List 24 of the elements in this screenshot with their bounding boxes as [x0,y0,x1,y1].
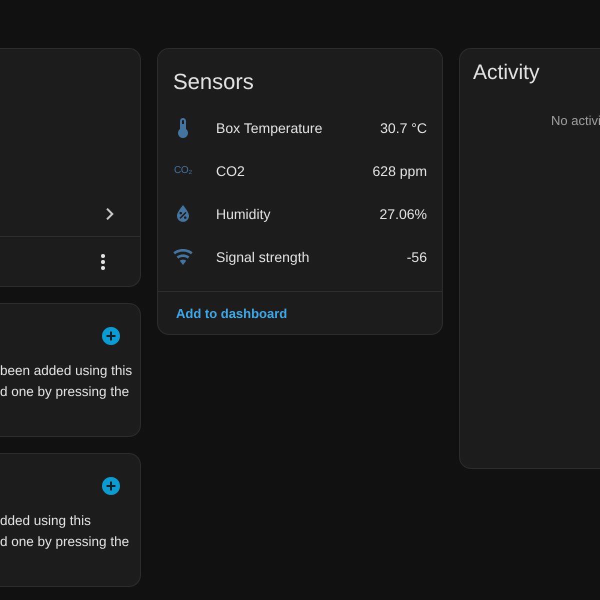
add-icon[interactable] [102,327,120,345]
chevron-right-icon[interactable] [106,208,114,220]
co2-icon: CO₂ [174,164,192,176]
description-text: d one by pressing the [0,533,130,551]
thermometer-icon [178,118,188,138]
empty-message: No activi [550,112,600,130]
card-title: Activity [472,60,541,86]
description-text: been added using this [0,362,134,380]
wifi-icon [173,248,193,264]
add-to-dashboard-button[interactable]: Add to dashboard [168,300,296,326]
water-percent-icon [177,205,189,222]
card-title: Sensors [172,68,255,96]
sensor-value: 27.06% [380,206,427,222]
sensor-name: Signal strength [216,248,310,264]
sensor-name: CO2 [216,162,245,178]
add-icon[interactable] [102,477,120,495]
sensor-value: -56 [406,248,427,264]
sensor-value: 30.7 °C [380,120,427,136]
more-menu-icon[interactable] [101,254,105,270]
sensor-name: Humidity [216,206,270,222]
sensor-value: 628 ppm [372,162,427,178]
description-text: dded using this [0,512,92,530]
sensor-name: Box Temperature [216,120,322,136]
description-text: d one by pressing the [0,383,130,401]
